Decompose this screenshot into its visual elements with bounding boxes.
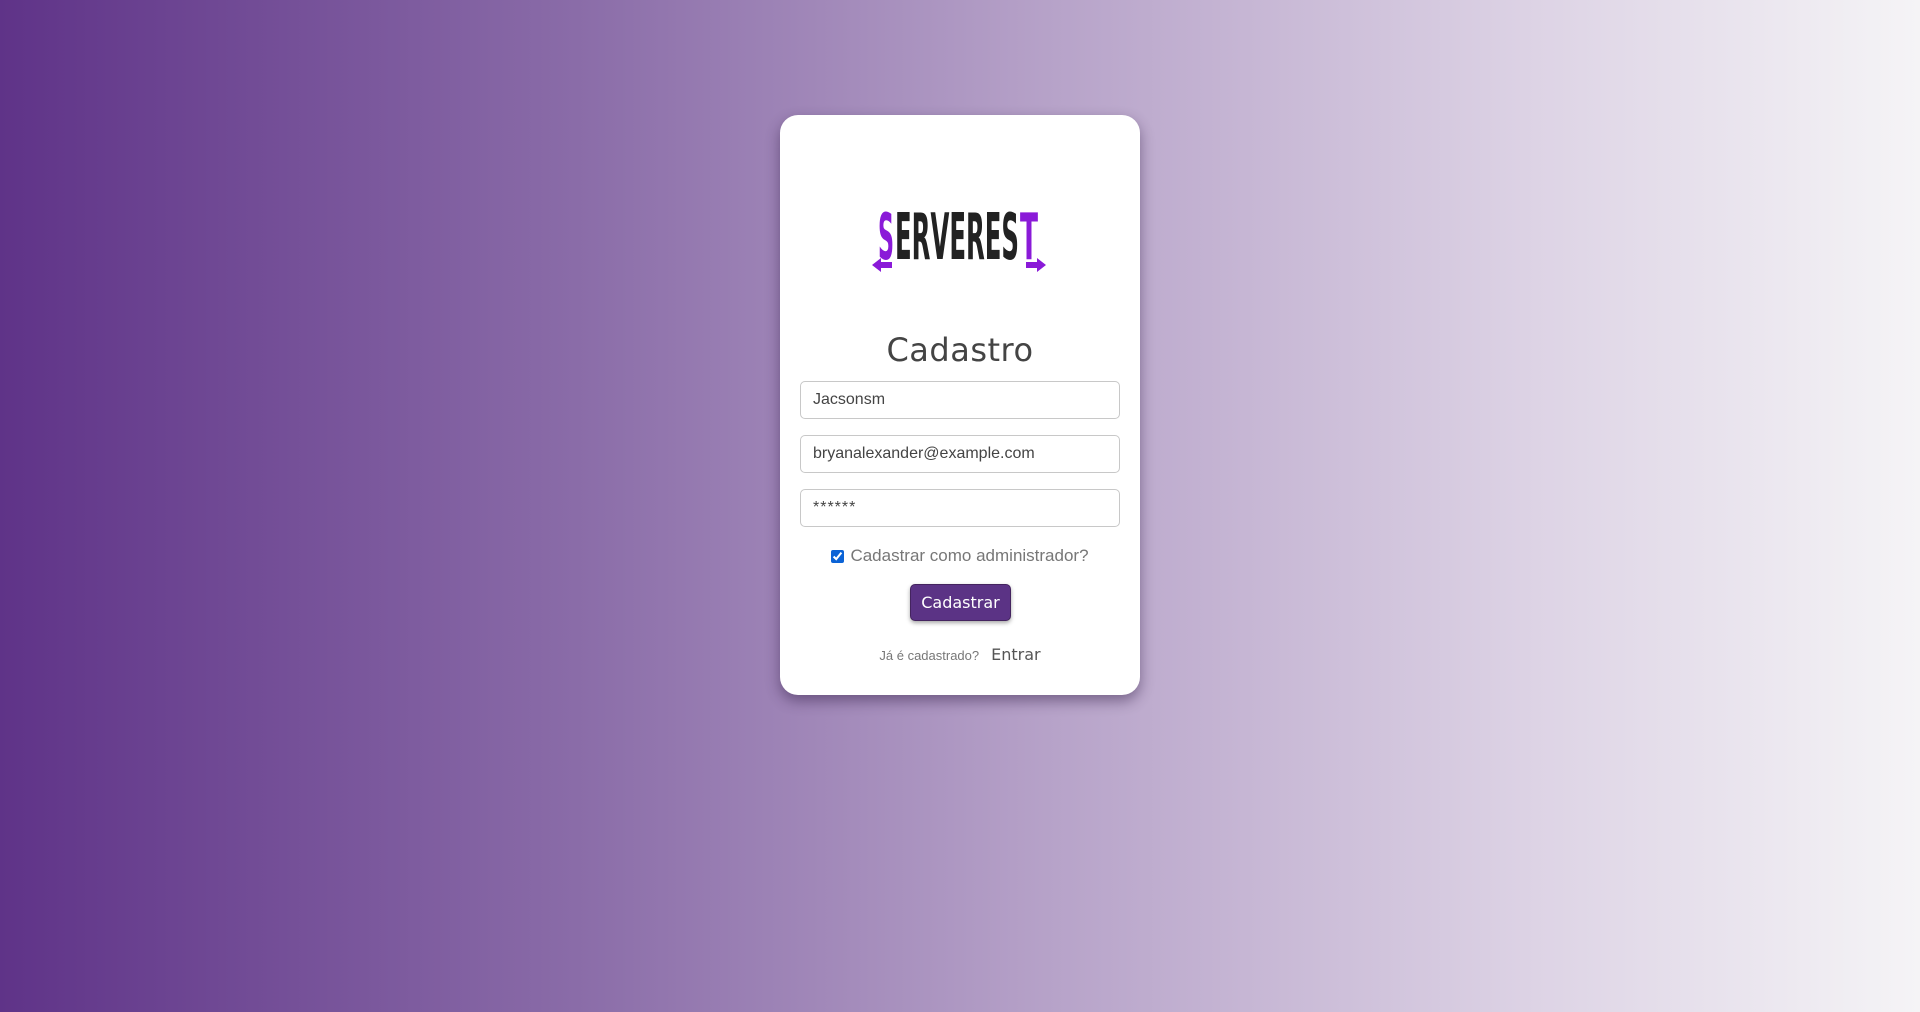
page-title: Cadastro (886, 331, 1034, 369)
already-registered-text: Já é cadastrado? (879, 648, 980, 663)
admin-checkbox-label[interactable]: Cadastrar como administrador? (850, 546, 1088, 566)
login-prompt: Já é cadastrado? Entrar (780, 645, 1140, 664)
password-input[interactable] (800, 489, 1120, 527)
signup-button[interactable]: Cadastrar (910, 584, 1011, 621)
svg-text:ERVERES: ERVERES (895, 201, 1019, 275)
signup-card: S ERVERES T Cadastro Cadastrar como admi… (780, 115, 1140, 695)
serverest-logo: S ERVERES T (872, 201, 1046, 275)
admin-checkbox[interactable] (831, 549, 845, 563)
login-link[interactable]: Entrar (991, 645, 1040, 664)
name-input[interactable] (800, 381, 1120, 419)
admin-option: Cadastrar como administrador? (780, 545, 1140, 567)
email-input[interactable] (800, 435, 1120, 473)
